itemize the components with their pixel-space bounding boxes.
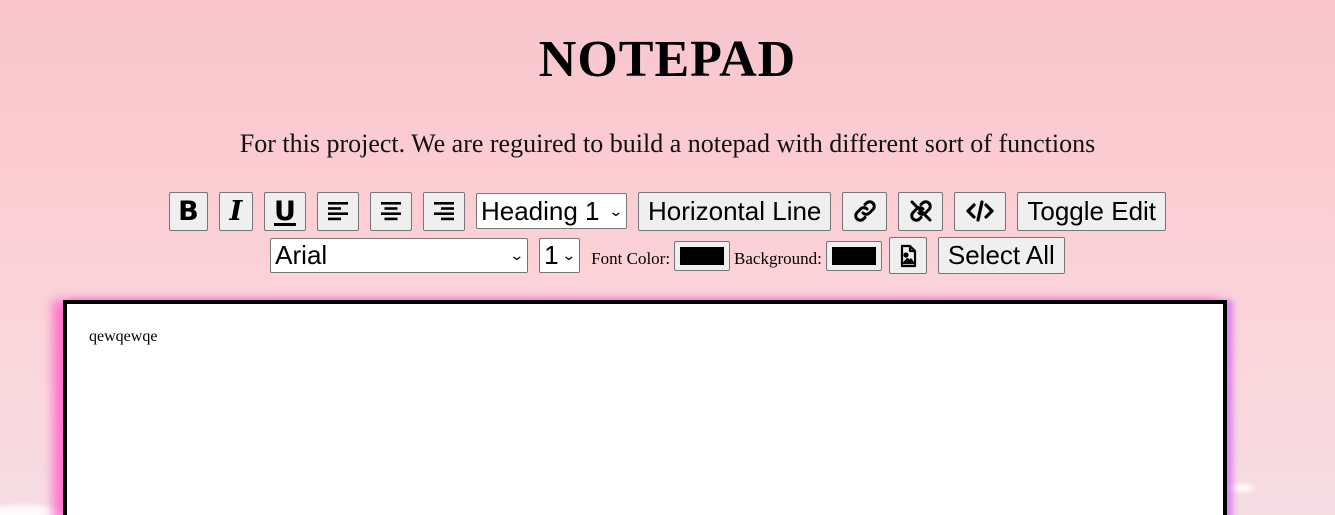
insert-image-button[interactable] [888,237,927,274]
font-color-swatch [680,246,725,265]
horizontal-line-button[interactable]: Horizontal Line [637,191,832,231]
link-button[interactable] [842,191,888,231]
unlink-button[interactable] [898,191,944,231]
align-center-button[interactable] [369,191,412,231]
editor-content[interactable]: qewqewqe [89,328,157,346]
background-color-label: Background: [734,248,822,268]
chevron-down-icon: ⌄ [509,247,525,263]
link-icon [854,200,876,222]
cloud-decoration [1228,484,1254,492]
chevron-down-icon: ⌄ [608,202,624,219]
code-icon [966,200,994,222]
align-left-icon [327,202,348,221]
italic-icon: I [229,195,243,227]
bold-icon: B [178,195,199,227]
font-size-select-value: 1 [544,240,559,270]
toolbar-row-2: Arial ⌄ 1 ⌄ Font Color: Background: Sele… [0,237,1335,274]
unlink-icon [910,200,932,222]
background-color-swatch [831,246,876,265]
font-select-value: Arial [275,240,328,270]
toggle-edit-button[interactable]: Toggle Edit [1017,191,1167,231]
font-select[interactable]: Arial ⌄ [270,238,529,273]
select-all-button[interactable]: Select All [937,237,1065,274]
underline-button[interactable]: U [263,191,306,231]
cloud-decoration [0,505,70,515]
heading-select[interactable]: Heading 1 ⌄ [475,193,627,229]
toolbar-row-1: B I U Heading 1 ⌄ Horizontal Line Toggle… [0,191,1335,231]
page-title: NOTEPAD [538,31,797,88]
bold-button[interactable]: B [168,191,208,231]
italic-button[interactable]: I [218,191,253,231]
background-color-picker[interactable] [825,240,882,271]
font-color-label: Font Color: [591,248,671,268]
align-left-button[interactable] [316,191,359,231]
font-size-select[interactable]: 1 ⌄ [539,238,581,273]
font-color-picker[interactable] [674,240,731,271]
align-right-button[interactable] [422,191,465,231]
image-file-icon [900,244,916,267]
code-button[interactable] [954,191,1007,231]
underline-icon: U [273,195,296,227]
page-subtitle: For this project. We are reguired to bui… [239,129,1096,158]
align-right-icon [433,202,454,221]
heading-select-value: Heading 1 [480,195,600,226]
chevron-down-icon: ⌄ [561,247,577,263]
align-center-icon [380,202,401,221]
editor-area[interactable]: qewqewqe [63,300,1227,515]
